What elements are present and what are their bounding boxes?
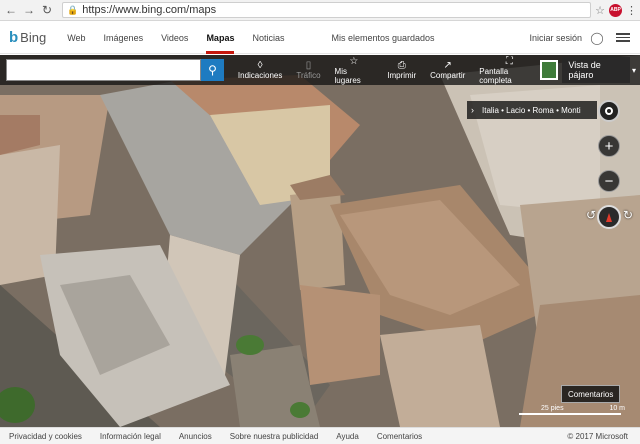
share-icon: ↗ [443, 60, 452, 71]
chevron-right-icon: › [471, 105, 474, 115]
page-footer: Privacidad y cookies Información legal A… [0, 427, 640, 444]
plus-icon: + [604, 137, 614, 155]
site-header: b Bing Web Imágenes Videos Mapas Noticia… [0, 22, 640, 54]
traffic-button[interactable]: ▯ Tráfico [296, 60, 320, 80]
directions-button[interactable]: ◊ Indicaciones [238, 60, 282, 80]
nav-web[interactable]: Web [67, 22, 85, 54]
copyright: © 2017 Microsoft [567, 431, 628, 441]
saved-items-link[interactable]: Mis elementos guardados [331, 22, 434, 54]
my-places-button[interactable]: ☆ Mis lugares [335, 56, 374, 85]
compass-needle-icon [606, 212, 612, 222]
print-icon: ⎙ [397, 60, 406, 71]
scale-line [519, 413, 621, 415]
map-style-selector[interactable]: Vista de pájaro ▾ [539, 57, 636, 83]
nav-images[interactable]: Imágenes [104, 22, 144, 54]
url-text: https://www.bing.com/maps [82, 4, 217, 16]
nav-news[interactable]: Noticias [252, 22, 284, 54]
map-style-thumbnail [539, 60, 559, 80]
back-icon[interactable]: ← [4, 3, 18, 17]
directions-icon: ◊ [257, 60, 263, 71]
user-icon[interactable]: ◯ [590, 31, 604, 45]
minus-icon: − [604, 172, 614, 190]
browser-menu-icon[interactable]: ⋮ [626, 4, 637, 17]
map-search-input[interactable] [6, 59, 202, 81]
fullscreen-button[interactable]: ⛶ Pantalla completa [479, 56, 539, 85]
reload-icon[interactable]: ↻ [40, 3, 54, 17]
footer-link-help[interactable]: Ayuda [336, 432, 359, 441]
compass-button[interactable] [597, 205, 621, 229]
map-view[interactable]: ⚲ ◊ Indicaciones ▯ Tráfico ☆ Mis lugares… [0, 55, 640, 427]
locate-icon [605, 107, 613, 115]
locate-me-button[interactable] [598, 100, 620, 122]
search-icon: ⚲ [208, 63, 217, 77]
browser-toolbar: ← → ↻ 🔒 https://www.bing.com/maps ☆ ABP … [0, 0, 640, 21]
adblock-icon[interactable]: ABP [609, 3, 622, 17]
signin-link[interactable]: Iniciar sesión [529, 33, 582, 43]
chevron-down-icon: ▾ [631, 65, 636, 75]
location-breadcrumb[interactable]: › Italia • Lacio • Roma • Monti [467, 101, 597, 119]
nav-videos[interactable]: Videos [161, 22, 188, 54]
footer-link-ads[interactable]: Anuncios [179, 432, 212, 441]
zoom-in-button[interactable]: + [598, 135, 620, 157]
menu-icon[interactable] [616, 33, 630, 42]
address-bar[interactable]: 🔒 https://www.bing.com/maps [62, 2, 592, 18]
map-toolbar: ⚲ ◊ Indicaciones ▯ Tráfico ☆ Mis lugares… [0, 55, 640, 85]
search-button[interactable]: ⚲ [201, 59, 224, 81]
feedback-button[interactable]: Comentarios [561, 385, 621, 403]
bing-b-icon: b [9, 29, 19, 46]
nav-maps[interactable]: Mapas [206, 22, 235, 54]
footer-link-about-ads[interactable]: Sobre nuestra publicidad [230, 432, 319, 441]
share-button[interactable]: ↗ Compartir [430, 60, 465, 80]
bookmark-star-icon[interactable]: ☆ [595, 4, 605, 17]
rotate-left-icon[interactable]: ↺ [586, 208, 596, 222]
fullscreen-icon: ⛶ [505, 55, 513, 67]
print-button[interactable]: ⎙ Imprimir [387, 60, 416, 80]
lock-icon: 🔒 [67, 4, 79, 15]
scale-bar: 25 pies 10 m [515, 405, 625, 417]
forward-icon[interactable]: → [22, 3, 36, 17]
footer-link-feedback[interactable]: Comentarios [377, 432, 422, 441]
bing-logo[interactable]: b Bing [9, 29, 46, 46]
star-icon: ☆ [349, 55, 359, 67]
rotate-right-icon[interactable]: ↻ [623, 208, 633, 222]
footer-link-privacy[interactable]: Privacidad y cookies [9, 432, 82, 441]
footer-link-legal[interactable]: Información legal [100, 432, 161, 441]
zoom-out-button[interactable]: − [598, 170, 620, 192]
traffic-icon: ▯ [305, 60, 312, 71]
